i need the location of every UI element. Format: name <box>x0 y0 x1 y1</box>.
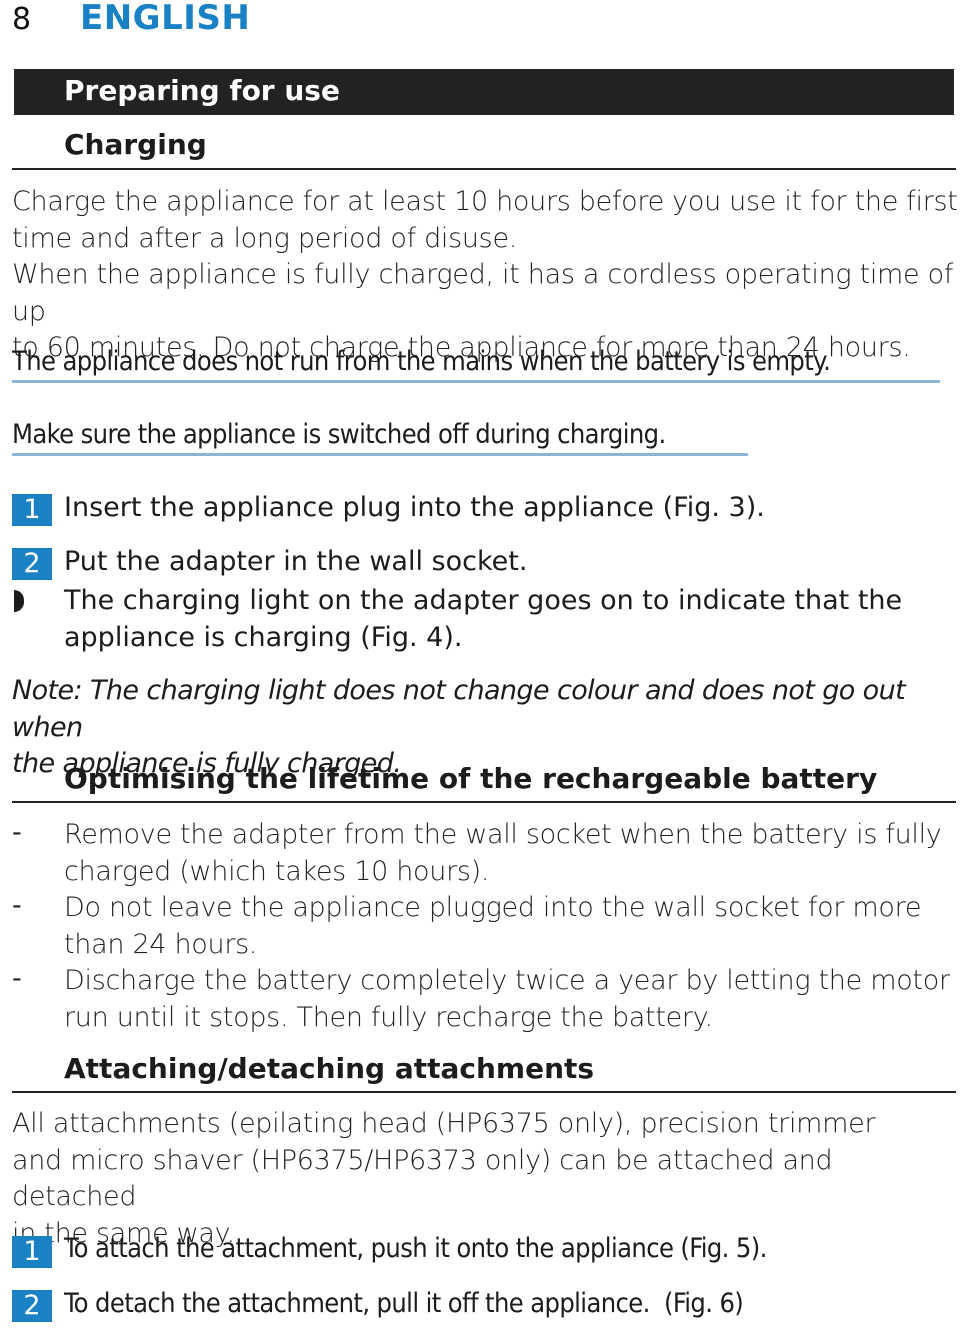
step-number-badge: 1 <box>12 494 52 526</box>
step-number-badge: 1 <box>12 1236 52 1268</box>
charging-heading: Charging <box>64 128 207 161</box>
divider <box>12 1091 956 1093</box>
bullet-dash: - <box>12 963 22 994</box>
page-number: 8 <box>12 2 32 37</box>
text-line: Charge the appliance for at least 10 hou… <box>12 186 958 217</box>
step-text: To detach the attachment, pull it off th… <box>64 1288 744 1319</box>
result-arrow-icon <box>14 590 24 612</box>
divider <box>12 801 956 803</box>
text-line: than 24 hours. <box>64 928 258 960</box>
text-line: Remove the adapter from the wall socket … <box>64 819 942 850</box>
list-item: Remove the adapter from the wall socket … <box>64 817 942 890</box>
step-text: Insert the appliance plug into the appli… <box>64 492 765 523</box>
text-line: When the appliance is fully charged, it … <box>12 259 954 327</box>
text-line: run until it stops. Then fully recharge … <box>64 1001 713 1033</box>
step-text: To attach the attachment, push it onto t… <box>64 1233 767 1264</box>
attachments-paragraph: All attachments (epilating head (HP6375 … <box>12 1106 960 1252</box>
warning-switch-off: Make sure the appliance is switched off … <box>12 419 666 450</box>
text-line: All attachments (epilating head (HP6375 … <box>12 1108 876 1139</box>
divider <box>12 168 956 170</box>
attachments-heading: Attaching/detaching attachments <box>64 1052 595 1085</box>
section-title: Preparing for use <box>64 74 340 107</box>
step-text: Put the adapter in the wall socket. <box>64 546 528 577</box>
list-item: Do not leave the appliance plugged into … <box>64 890 921 963</box>
step-result: The charging light on the adapter goes o… <box>64 582 902 656</box>
text-line: Note: The charging light does not change… <box>12 675 906 743</box>
warning-underline <box>12 380 940 383</box>
bullet-dash: - <box>12 817 22 848</box>
text-line: charged (which takes 10 hours). <box>64 855 490 887</box>
text-line: time and after a long period of disuse. <box>12 222 518 254</box>
list-item: Discharge the battery completely twice a… <box>64 963 950 1036</box>
warning-underline <box>12 453 748 456</box>
step-number-badge: 2 <box>12 1290 52 1322</box>
text-line: Do not leave the appliance plugged into … <box>64 892 922 923</box>
text-line: appliance is charging (Fig. 4). <box>64 622 463 653</box>
charging-paragraph-1: Charge the appliance for at least 10 hou… <box>12 184 960 367</box>
text-line: Discharge the battery completely twice a… <box>64 965 950 996</box>
battery-heading: Optimising the lifetime of the rechargea… <box>64 762 878 795</box>
section-bar: Preparing for use <box>14 69 954 115</box>
language-title: ENGLISH <box>80 0 251 38</box>
text-line: The charging light on the adapter goes o… <box>64 585 903 616</box>
step-number-badge: 2 <box>12 548 52 580</box>
text-line: and micro shaver (HP6375/HP6373 only) ca… <box>12 1144 833 1213</box>
bullet-dash: - <box>12 890 22 921</box>
warning-battery-empty: The appliance does not run from the main… <box>12 346 831 377</box>
